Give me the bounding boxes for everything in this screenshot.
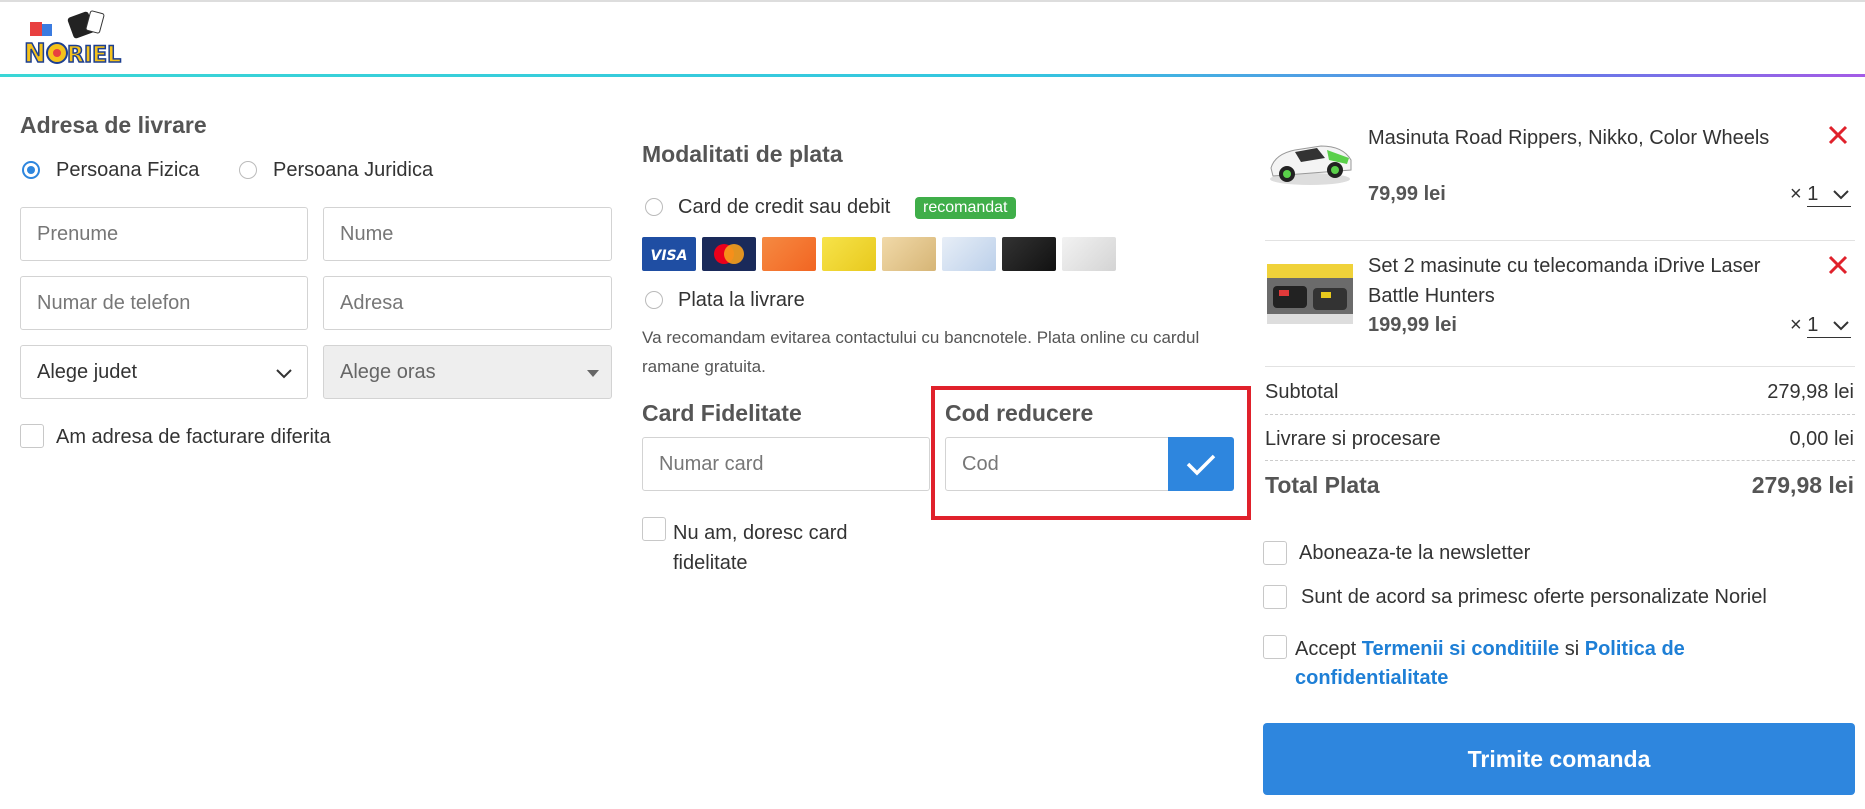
cart-item-price: 79,99 lei [1368,183,1446,205]
person-fizica-label: Persoana Fizica [56,159,200,181]
first-name-input[interactable] [20,207,308,261]
recommended-badge: recomandat [915,197,1016,219]
terms-link[interactable]: Termenii si conditiile [1362,638,1559,660]
submit-order-button[interactable]: Trimite comanda [1263,723,1855,795]
shipping-label: Livrare si procesare [1265,428,1441,450]
mastercard-icon [702,237,756,271]
svg-text:N: N [24,39,46,69]
phone-input[interactable] [20,276,308,330]
remove-item-icon[interactable] [1827,124,1849,146]
total-label: Total Plata [1265,472,1380,498]
discount-title: Cod reducere [945,400,1094,426]
quantity-value: 1 [1807,183,1819,205]
cart-item-name[interactable]: Masinuta Road Rippers, Nikko, Color Whee… [1368,123,1808,153]
billing-diff-checkbox[interactable] [20,424,44,448]
subtotal-value: 279,98 lei [1767,381,1854,403]
newsletter-label: Aboneaza-te la newsletter [1299,542,1531,564]
address-title: Adresa de livrare [20,112,207,138]
card-logo-3-icon [762,237,816,271]
card-logo-8-icon [1062,237,1116,271]
chevron-down-icon [276,369,292,379]
billing-diff-label: Am adresa de facturare diferita [56,426,331,448]
city-select[interactable]: Alege oras [323,345,612,399]
subtotal-label: Subtotal [1265,381,1339,403]
cart-item-name[interactable]: Set 2 masinute cu telecomanda iDrive Las… [1368,251,1808,311]
cart-item-divider [1265,240,1855,241]
card-payment-label: Card de credit sau debit [678,196,891,218]
header-gradient-line [0,74,1865,77]
card-payment-radio[interactable] [645,198,663,216]
header: N RIEL [0,2,1865,74]
chevron-down-icon [1833,321,1849,331]
person-fizica-radio[interactable] [22,161,40,179]
accept-and: si [1564,638,1580,660]
personalized-offers-label: Sunt de acord sa primesc oferte personal… [1301,586,1767,608]
visa-card-icon: VISA [642,237,696,271]
caret-down-icon [587,370,599,377]
payment-title: Modalitati de plata [642,141,843,167]
quantity-select[interactable]: × 1 [1790,314,1852,338]
apply-discount-button[interactable] [1168,437,1234,491]
subtotal-divider [1265,414,1855,415]
card-logo-5-icon [882,237,936,271]
quantity-select[interactable]: × 1 [1790,183,1852,207]
card-logo-6-icon [942,237,996,271]
remove-item-icon[interactable] [1827,254,1849,276]
loyalty-card-input[interactable] [642,437,930,491]
county-select[interactable]: Alege judet [20,345,308,399]
city-select-value: Alege oras [340,361,436,383]
shipping-value: 0,00 lei [1789,428,1855,450]
cash-payment-radio[interactable] [645,291,663,309]
address-input[interactable] [323,276,612,330]
loyalty-title: Card Fidelitate [642,400,802,426]
accept-prefix: Accept [1295,638,1357,660]
discount-code-input[interactable] [945,437,1169,491]
product-thumbnail[interactable] [1265,258,1355,328]
personalized-offers-checkbox[interactable] [1263,585,1287,609]
card-logo-7-icon [1002,237,1056,271]
shipping-divider [1265,460,1855,461]
accept-terms-text: Accept Termenii si conditiile si Politic… [1295,635,1775,693]
newsletter-checkbox[interactable] [1263,541,1287,565]
accept-terms-checkbox[interactable] [1263,635,1287,659]
product-thumbnail[interactable] [1265,124,1355,194]
payment-note: Va recomandam evitarea contactului cu ba… [642,328,1200,376]
no-loyalty-card-checkbox[interactable] [642,517,666,541]
county-select-value: Alege judet [37,361,138,383]
svg-text:RIEL: RIEL [67,43,121,68]
quantity-prefix: × [1790,314,1802,336]
total-value: 279,98 lei [1751,472,1854,498]
check-icon [1186,454,1216,476]
last-name-input[interactable] [323,207,612,261]
person-juridica-radio[interactable] [239,161,257,179]
quantity-prefix: × [1790,183,1802,205]
cart-item-price: 199,99 lei [1368,314,1457,336]
no-loyalty-card-label: Nu am, doresc card fidelitate [673,522,848,574]
svg-text:VISA: VISA [651,248,688,264]
cart-divider [1265,366,1855,367]
cash-payment-label: Plata la livrare [678,289,805,311]
card-logo-4-icon [822,237,876,271]
chevron-down-icon [1833,190,1849,200]
noriel-logo[interactable]: N RIEL [20,10,135,70]
quantity-value: 1 [1807,314,1819,336]
person-juridica-label: Persoana Juridica [273,159,434,181]
